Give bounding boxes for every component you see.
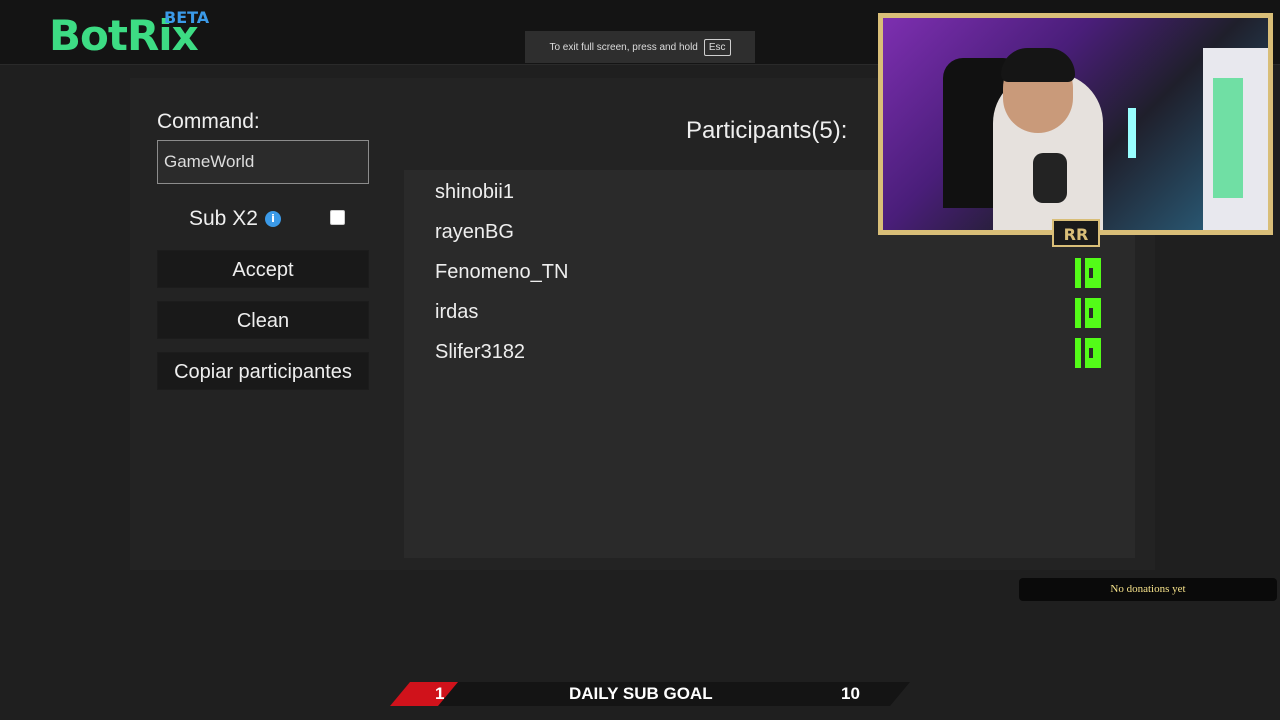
participant-name[interactable]: irdas bbox=[435, 301, 478, 324]
kick-icon bbox=[1075, 298, 1101, 328]
kick-icon bbox=[1075, 258, 1101, 288]
pc-glow bbox=[1213, 78, 1243, 198]
accept-button[interactable]: Accept bbox=[157, 250, 369, 288]
fullscreen-toast-text: To exit full screen, press and hold bbox=[549, 41, 698, 53]
beta-badge: BETA bbox=[164, 8, 210, 27]
sub-x2-checkbox[interactable] bbox=[330, 210, 345, 225]
participant-name[interactable]: shinobii1 bbox=[435, 181, 514, 204]
info-icon[interactable]: i bbox=[265, 211, 281, 227]
clean-button[interactable]: Clean bbox=[157, 301, 369, 339]
light-bar bbox=[1128, 108, 1136, 158]
microphone bbox=[1033, 153, 1067, 203]
donations-widget: No donations yet bbox=[1019, 578, 1277, 601]
participants-title: Participants(5): bbox=[686, 117, 848, 144]
streamer-badge: RR bbox=[1052, 219, 1100, 247]
sub-goal-bar: 1 DAILY SUB GOAL 10 bbox=[390, 682, 910, 706]
esc-key: Esc bbox=[703, 38, 731, 56]
participant-name[interactable]: Fenomeno_TN bbox=[435, 261, 568, 284]
kick-icon bbox=[1075, 338, 1101, 368]
fullscreen-exit-toast: To exit full screen, press and hold Esc bbox=[525, 31, 755, 63]
sub-x2-label: Sub X2 bbox=[189, 207, 258, 230]
streamer-hair bbox=[1001, 48, 1075, 82]
command-input[interactable] bbox=[157, 140, 369, 184]
sub-goal-target: 10 bbox=[841, 684, 860, 703]
sub-goal-current: 1 bbox=[435, 684, 445, 703]
webcam-overlay bbox=[878, 13, 1273, 235]
participant-name[interactable]: rayenBG bbox=[435, 221, 514, 244]
command-label: Command: bbox=[157, 110, 260, 133]
participant-name[interactable]: Slifer3182 bbox=[435, 341, 525, 364]
copy-participants-button[interactable]: Copiar participantes bbox=[157, 352, 369, 390]
sub-goal-label: DAILY SUB GOAL bbox=[569, 684, 713, 703]
